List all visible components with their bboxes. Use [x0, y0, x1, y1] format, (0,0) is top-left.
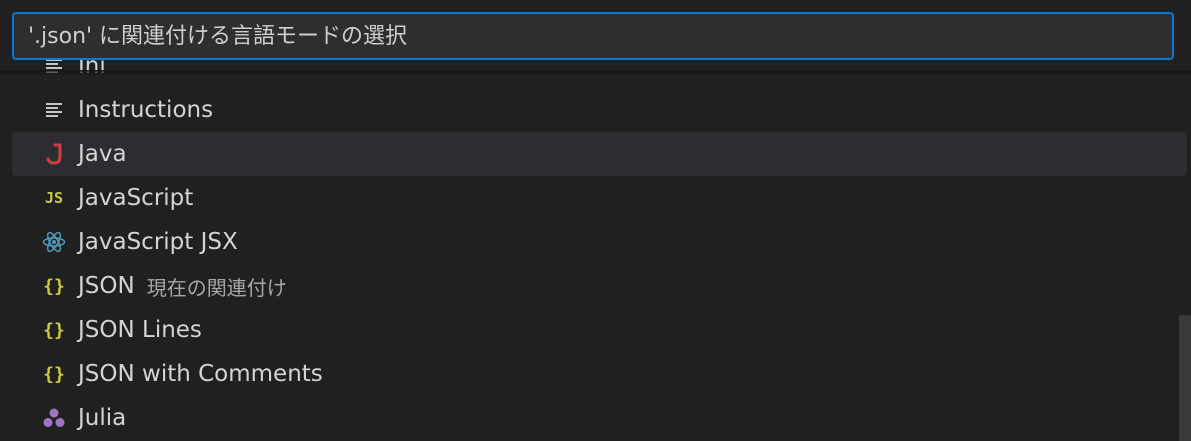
braces-icon: {}	[43, 319, 65, 341]
list-item-label: JSON	[78, 273, 135, 299]
list-item-javascript-jsx[interactable]: JavaScript JSX	[12, 220, 1187, 264]
braces-icon: {}	[43, 363, 65, 385]
list-item-label: Java	[78, 141, 127, 167]
list-item-java[interactable]: Java	[12, 132, 1187, 176]
list-item-label: JavaScript JSX	[78, 229, 238, 255]
list-item-json-with-comments[interactable]: {} JSON with Comments	[12, 352, 1187, 396]
language-mode-list: Ini Instructions Java JS JavaScript Java…	[0, 44, 1191, 440]
list-item-json[interactable]: {} JSON 現在の関連付け	[12, 264, 1187, 308]
list-item-label: JSON with Comments	[78, 361, 323, 387]
list-top-shadow	[0, 70, 1191, 76]
list-item-julia[interactable]: Julia	[12, 396, 1187, 440]
lines-icon	[42, 98, 66, 122]
react-icon	[42, 230, 66, 254]
julia-icon	[42, 406, 66, 430]
list-item-label: JSON Lines	[78, 317, 202, 343]
list-item-description: 現在の関連付け	[146, 275, 287, 300]
search-input[interactable]	[14, 14, 1172, 58]
list-item-label: Instructions	[78, 97, 214, 123]
list-item-json-lines[interactable]: {} JSON Lines	[12, 308, 1187, 352]
list-item-label: Julia	[78, 405, 127, 431]
search-box[interactable]	[12, 12, 1174, 60]
js-icon: JS	[44, 189, 64, 207]
java-icon	[42, 142, 66, 166]
list-item-label: JavaScript	[78, 185, 194, 211]
braces-icon: {}	[43, 275, 65, 297]
list-item-instructions[interactable]: Instructions	[12, 88, 1187, 132]
quick-pick-panel: Ini Instructions Java JS JavaScript Java…	[0, 0, 1191, 441]
scrollbar-thumb[interactable]	[1179, 315, 1191, 441]
list-item-javascript[interactable]: JS JavaScript	[12, 176, 1187, 220]
